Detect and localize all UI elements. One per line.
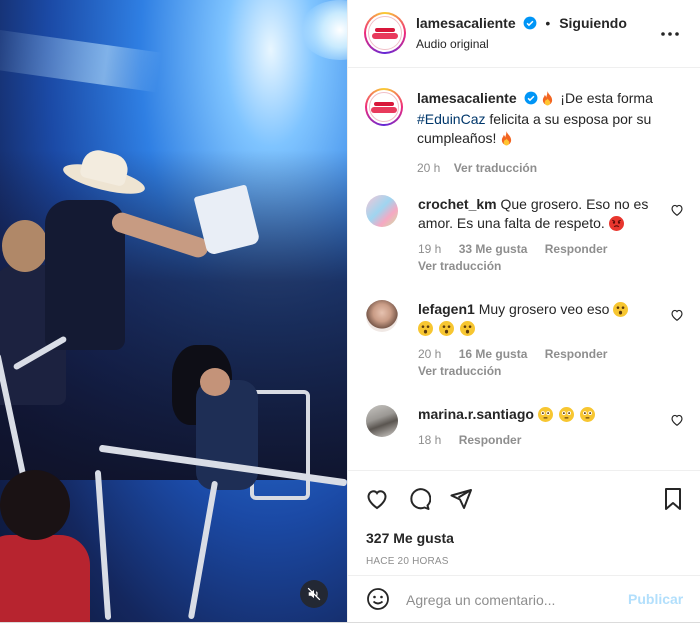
audio-label[interactable]: Audio original <box>416 37 489 51</box>
barrier-post <box>187 480 219 620</box>
barrier-post <box>94 469 112 621</box>
flushed-face-emoji-icon <box>537 407 553 422</box>
verified-badge-icon <box>524 91 538 110</box>
astonished-face-emoji-icon <box>438 321 454 336</box>
post-time-ago[interactable]: HACE 20 HORAS <box>366 556 449 567</box>
publish-button[interactable]: Publicar <box>628 591 683 607</box>
author-avatar[interactable] <box>364 12 406 54</box>
more-options-button[interactable] <box>658 22 682 46</box>
caption-translate-link[interactable]: Ver traducción <box>454 161 537 175</box>
like-comment-heart-icon[interactable] <box>670 203 684 217</box>
author-username[interactable]: lamesacaliente <box>416 15 516 31</box>
comment-likes[interactable]: 33 Me gusta <box>459 242 528 256</box>
post-sidebar: lamesacaliente • Siguiendo Audio origina… <box>347 0 700 622</box>
caption-avatar[interactable] <box>365 88 403 126</box>
post-actions: 327 Me gusta HACE 20 HORAS Publicar <box>348 470 700 622</box>
like-comment-heart-icon[interactable] <box>670 308 684 322</box>
angry-face-emoji-icon <box>608 216 624 231</box>
comment-timestamp: 18 h <box>418 433 442 447</box>
person-bottom-head <box>0 470 70 540</box>
astonished-face-emoji-icon <box>459 321 475 336</box>
comment-text: Muy grosero veo eso <box>478 301 610 317</box>
flushed-face-emoji-icon <box>558 407 574 422</box>
comment-input[interactable] <box>406 586 616 614</box>
comment-likes[interactable]: 16 Me gusta <box>459 347 528 361</box>
speaker-muted-icon <box>307 587 321 601</box>
like-comment-heart-icon[interactable] <box>670 413 684 427</box>
smiley-icon <box>367 588 389 610</box>
commenter-avatar[interactable] <box>366 405 398 437</box>
add-comment-bar: Publicar <box>348 575 700 623</box>
astonished-face-emoji-icon <box>418 321 433 336</box>
la-mesa-caliente-logo <box>368 16 402 50</box>
reply-button[interactable]: Responder <box>459 433 522 447</box>
heart-icon <box>367 490 387 510</box>
like-button[interactable] <box>364 486 390 512</box>
astonished-face-emoji-icon <box>613 302 629 317</box>
post-header: lamesacaliente • Siguiendo Audio origina… <box>348 0 700 68</box>
flushed-face-emoji-icon <box>579 407 595 422</box>
woman-body <box>196 380 258 490</box>
reply-button[interactable]: Responder <box>545 242 608 256</box>
share-button[interactable] <box>448 486 474 512</box>
emoji-picker-button[interactable] <box>366 587 390 616</box>
more-options-icon <box>661 32 679 36</box>
commenter-username[interactable]: marina.r.santiago <box>418 406 534 422</box>
comment-translate-link[interactable]: Ver traducción <box>418 364 501 378</box>
fire-emoji-icon <box>500 131 513 146</box>
commenter-username[interactable]: lefagen1 <box>418 301 475 317</box>
comment-button[interactable] <box>406 486 432 512</box>
commenter-avatar[interactable] <box>366 195 398 227</box>
woman-shoulder <box>200 368 230 396</box>
verified-badge-icon <box>523 16 537 33</box>
separator-dot: • <box>545 15 551 31</box>
comment-timestamp: 19 h <box>418 242 442 256</box>
commenter-avatar[interactable] <box>366 300 398 332</box>
white-chair <box>250 390 310 500</box>
comment-translate-link[interactable]: Ver traducción <box>418 259 501 273</box>
window-bottom-edge <box>0 622 700 635</box>
comment-bubble-icon <box>410 488 431 510</box>
person-left-head <box>2 220 48 272</box>
likes-count[interactable]: 327 Me gusta <box>366 530 454 546</box>
la-mesa-caliente-logo <box>369 92 399 122</box>
paper-plane-icon <box>450 489 472 509</box>
mute-button[interactable] <box>300 580 328 608</box>
bookmark-icon <box>665 488 681 510</box>
hashtag-link[interactable]: #EduinCaz <box>417 111 486 127</box>
reply-button[interactable]: Responder <box>545 347 608 361</box>
stage-light <box>300 0 347 60</box>
caption-username[interactable]: lamesacaliente <box>417 90 517 106</box>
commenter-username[interactable]: crochet_km <box>418 196 497 212</box>
fire-emoji-icon <box>541 91 554 106</box>
post-video[interactable] <box>0 0 347 622</box>
caption-text: ¡De esta forma <box>560 90 653 106</box>
following-button[interactable]: Siguiendo <box>559 15 627 31</box>
caption-timestamp: 20 h <box>417 161 441 175</box>
comment-timestamp: 20 h <box>418 347 442 361</box>
person-red-shirt <box>0 535 90 622</box>
flushed-emoji-group <box>537 406 597 422</box>
light-beam <box>0 27 162 93</box>
save-button[interactable] <box>660 486 686 512</box>
